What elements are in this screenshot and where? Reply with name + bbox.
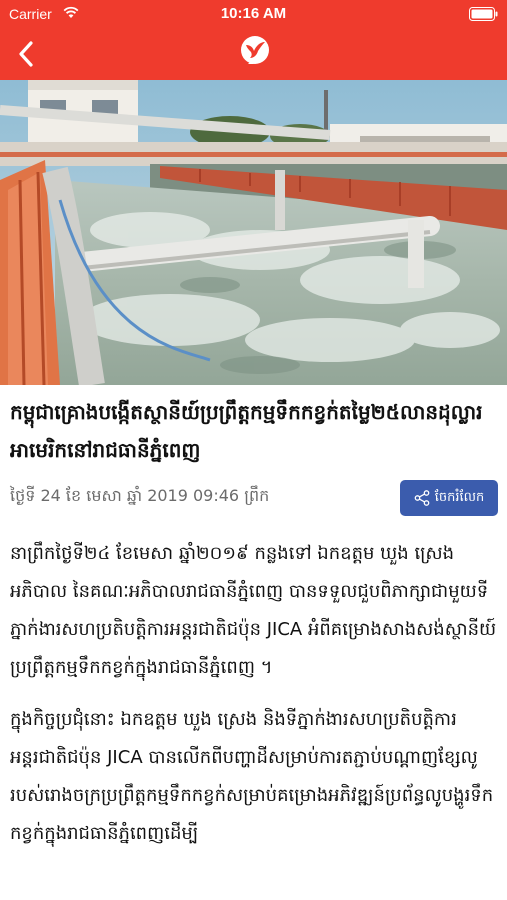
battery-icon <box>469 7 498 21</box>
chevron-left-icon <box>19 41 33 67</box>
article-body: នាព្រឹកថ្ងៃទី២៤ ខែមេសា ឆ្នាំ២០១៩ កន្លងទៅ… <box>10 535 500 867</box>
share-button[interactable]: ចែករំលែក <box>400 480 498 516</box>
article-paragraph: នាព្រឹកថ្ងៃទី២៤ ខែមេសា ឆ្នាំ២០១៩ កន្លងទៅ… <box>10 543 497 678</box>
article-image <box>0 80 507 385</box>
article-title: កម្ពុជាគ្រោងបង្កើតស្ថានីយ៍ប្រព្រឹត្តកម្ម… <box>10 400 483 462</box>
share-icon <box>414 490 430 506</box>
share-label: ចែករំលែក <box>434 489 485 505</box>
status-time: 10:16 AM <box>220 5 287 22</box>
status-bar: Carrier 10:16 AM <box>0 0 507 28</box>
back-button[interactable] <box>8 36 44 72</box>
app-header: Carrier 10:16 AM <box>0 0 507 80</box>
article-paragraph: ក្នុងកិច្ចប្រជុំនោះ ឯកឧត្តម ឃួង ស្រេង និ… <box>10 709 494 844</box>
article-date: ថ្ងៃទី 24 ខែ មេសា ឆ្នាំ 2019 09:46 ព្រឹក <box>10 486 270 505</box>
nav-bar <box>0 28 507 80</box>
bird-logo-icon <box>241 36 269 64</box>
